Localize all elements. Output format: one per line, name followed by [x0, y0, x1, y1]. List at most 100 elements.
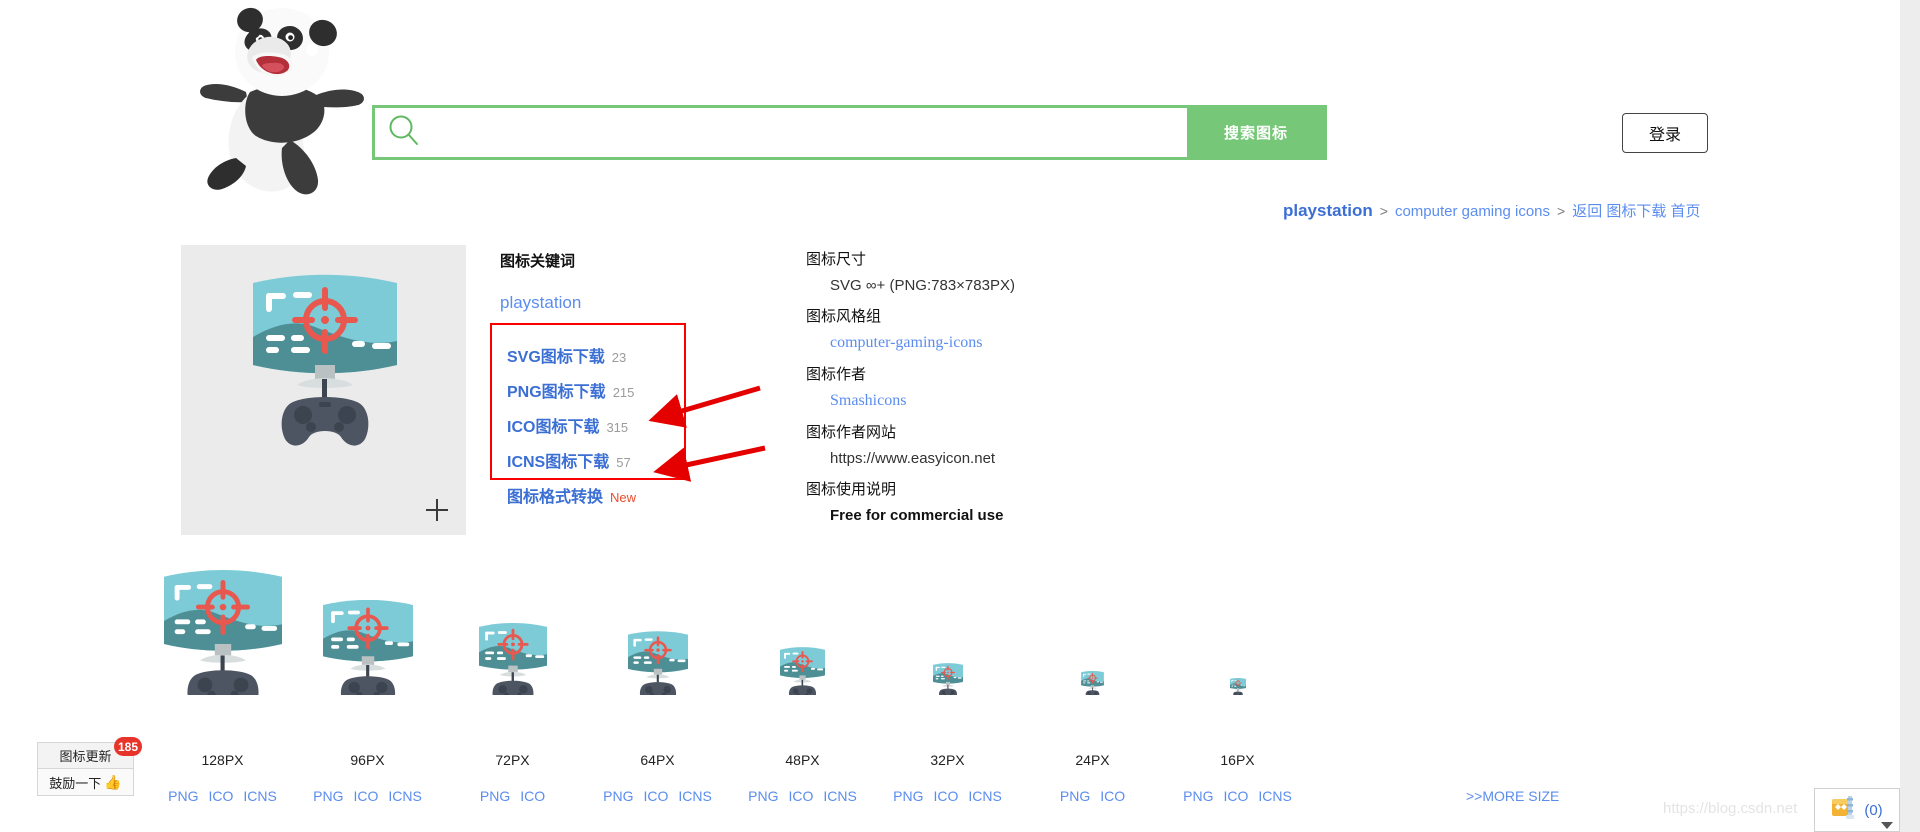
- size-format-links: PNG ICO ICNS: [875, 788, 1020, 804]
- download-link-count: 315: [606, 420, 629, 435]
- format-link-png[interactable]: PNG: [168, 788, 198, 804]
- keyword-section: 图标关键词 playstation: [500, 250, 750, 313]
- size-label: 32PX: [930, 752, 965, 768]
- download-link-label: 图标格式转换: [507, 489, 604, 506]
- format-link-png[interactable]: PNG: [748, 788, 778, 804]
- format-link-icns[interactable]: ICNS: [1258, 788, 1291, 804]
- info-value-author-site: https://www.easyicon.net: [830, 450, 996, 467]
- size-thumbnail-16px[interactable]: [1165, 678, 1310, 695]
- format-link-icns[interactable]: ICNS: [243, 788, 276, 804]
- download-link-ico[interactable]: ICO图标下载 315: [507, 413, 636, 437]
- format-link-icns[interactable]: ICNS: [968, 788, 1001, 804]
- size-thumbnail-24px[interactable]: [1020, 671, 1165, 695]
- download-link-format-convert[interactable]: 图标格式转换 New: [507, 483, 636, 507]
- breadcrumb-home-link[interactable]: 返回 图标下载 首页: [1572, 200, 1700, 221]
- size-thumbnail-72px[interactable]: [440, 623, 585, 695]
- size-label: 48PX: [785, 752, 820, 768]
- size-format-links: PNG ICO ICNS: [1165, 788, 1310, 804]
- info-label-author: 图标作者: [806, 366, 867, 383]
- size-label: 64PX: [640, 752, 675, 768]
- download-cart-widget[interactable]: (0): [1814, 788, 1900, 832]
- breadcrumb: playstation > computer gaming icons > 返回…: [1283, 200, 1701, 221]
- size-labels-row: 128PX 96PX 72PX 64PX 48PX 32PX 24PX 16PX: [150, 752, 1530, 768]
- gaming-monitor-gamepad-icon: [1081, 671, 1104, 695]
- download-link-label: ICNS图标下载: [507, 454, 610, 471]
- format-link-ico[interactable]: ICO: [520, 788, 545, 804]
- icon-update-label: 图标更新: [59, 749, 112, 764]
- download-link-count: 23: [611, 350, 627, 365]
- breadcrumb-separator-1: >: [1379, 203, 1388, 219]
- gaming-monitor-gamepad-icon: [780, 647, 825, 695]
- download-links-list: SVG图标下载 23 PNG图标下载 215 ICO图标下载 315 ICNS图…: [507, 343, 636, 518]
- size-label: 72PX: [495, 752, 530, 768]
- size-thumbnail-48px[interactable]: [730, 647, 875, 695]
- size-format-links: PNG ICO ICNS: [150, 788, 295, 804]
- format-link-ico[interactable]: ICO: [354, 788, 379, 804]
- panda-mascot-logo[interactable]: [186, 0, 376, 200]
- gaming-monitor-gamepad-icon: [1229, 678, 1246, 695]
- download-link-count: 215: [612, 385, 635, 400]
- format-link-png[interactable]: PNG: [1060, 788, 1090, 804]
- download-link-label: SVG图标下载: [507, 349, 605, 366]
- encourage-button[interactable]: 鼓励一下 👍: [37, 769, 134, 796]
- gaming-monitor-gamepad-icon: [322, 600, 413, 695]
- encourage-label: 鼓励一下: [49, 775, 102, 791]
- page-root: 搜索图标 登录 playstation > computer gaming ic…: [0, 0, 1920, 832]
- size-label: 96PX: [350, 752, 385, 768]
- download-link-svg[interactable]: SVG图标下载 23: [507, 343, 636, 367]
- format-link-png[interactable]: PNG: [603, 788, 633, 804]
- new-badge: New: [610, 490, 637, 505]
- info-value-author-link[interactable]: Smashicons: [830, 392, 1015, 410]
- download-link-icns[interactable]: ICNS图标下载 57: [507, 448, 636, 472]
- search-button[interactable]: 搜索图标: [1187, 107, 1325, 158]
- format-link-ico[interactable]: ICO: [644, 788, 669, 804]
- icon-update-button[interactable]: 图标更新 185: [37, 737, 142, 769]
- size-format-links: PNG ICO: [1020, 788, 1165, 804]
- size-label: 16PX: [1220, 752, 1255, 768]
- download-link-label: ICO图标下载: [507, 419, 600, 436]
- format-link-ico[interactable]: ICO: [1100, 788, 1125, 804]
- search-bar: 搜索图标: [372, 105, 1327, 160]
- info-value-style-group-link[interactable]: computer-gaming-icons: [830, 334, 1015, 352]
- search-field-container[interactable]: [375, 108, 1187, 157]
- size-format-links: PNG ICO ICNS: [295, 788, 440, 804]
- format-link-icns[interactable]: ICNS: [823, 788, 856, 804]
- format-link-icns[interactable]: ICNS: [388, 788, 421, 804]
- size-thumbnail-96px[interactable]: [295, 600, 440, 695]
- keyword-value-link[interactable]: playstation: [500, 293, 750, 313]
- size-format-links: PNG ICO ICNS: [730, 788, 875, 804]
- gaming-monitor-gamepad-icon: [163, 570, 282, 695]
- keyword-title: 图标关键词: [500, 253, 576, 270]
- format-link-png[interactable]: PNG: [313, 788, 343, 804]
- download-link-png[interactable]: PNG图标下载 215: [507, 378, 636, 402]
- format-link-ico[interactable]: ICO: [934, 788, 959, 804]
- watermark-text: https://blog.csdn.net: [1663, 800, 1798, 817]
- search-icon: [387, 113, 421, 152]
- search-input[interactable]: [421, 112, 1187, 153]
- size-thumbnail-128px[interactable]: [150, 570, 295, 695]
- format-link-png[interactable]: PNG: [1183, 788, 1213, 804]
- size-thumbnail-32px[interactable]: [875, 663, 1020, 695]
- download-link-count: 57: [616, 455, 631, 470]
- format-link-png[interactable]: PNG: [480, 788, 510, 804]
- breadcrumb-category-link[interactable]: computer gaming icons: [1395, 203, 1550, 220]
- icon-info-list: 图标尺寸 SVG ∞+ (PNG:783×783PX) 图标风格组 comput…: [806, 248, 1015, 524]
- info-label-license: 图标使用说明: [806, 481, 897, 498]
- format-link-png[interactable]: PNG: [893, 788, 923, 804]
- gaming-monitor-gamepad-icon: [932, 663, 963, 695]
- breadcrumb-current[interactable]: playstation: [1283, 201, 1373, 221]
- icon-update-badge: 185: [113, 737, 142, 756]
- chevron-down-icon[interactable]: [1881, 822, 1893, 829]
- format-link-ico[interactable]: ICO: [789, 788, 814, 804]
- panda-logo-icon: [200, 7, 364, 195]
- expand-preview-button[interactable]: [426, 499, 448, 521]
- gaming-monitor-gamepad-icon: [478, 623, 547, 695]
- format-link-ico[interactable]: ICO: [1224, 788, 1249, 804]
- size-thumbnail-64px[interactable]: [585, 631, 730, 695]
- format-link-icns[interactable]: ICNS: [678, 788, 711, 804]
- login-button[interactable]: 登录: [1622, 113, 1708, 153]
- icon-preview-box[interactable]: [181, 245, 466, 535]
- more-size-link[interactable]: >>MORE SIZE: [1466, 788, 1559, 804]
- format-link-ico[interactable]: ICO: [209, 788, 234, 804]
- thumbs-up-icon: 👍: [104, 773, 122, 790]
